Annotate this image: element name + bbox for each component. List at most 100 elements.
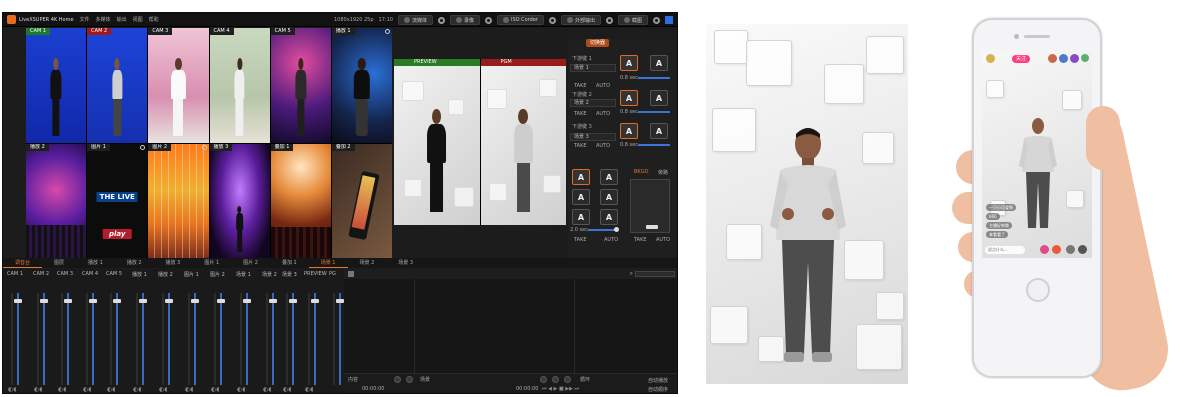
- heart-icon[interactable]: [1040, 245, 1049, 254]
- headphone-icon[interactable]: ◐◖: [185, 386, 193, 393]
- iso-recorder-button[interactable]: ISO Corder: [496, 15, 544, 25]
- gift-icon[interactable]: [1052, 245, 1061, 254]
- headphone-icon[interactable]: ◐◖: [8, 386, 16, 393]
- loop-label[interactable]: 循环: [580, 376, 590, 383]
- source-image-1[interactable]: THE LIVE play 图片 1: [87, 144, 148, 259]
- headphone-icon[interactable]: ◐◖: [83, 386, 91, 393]
- transport-controls[interactable]: ⏮ ◀ ▶ ■ ▶▶ ⏭: [542, 386, 579, 392]
- fader-track[interactable]: [168, 293, 170, 385]
- headphone-icon[interactable]: ◐◖: [237, 386, 245, 393]
- fader-track[interactable]: [67, 293, 69, 385]
- dsk-2-source-select[interactable]: 场景 2: [570, 99, 616, 107]
- settings-dot-icon[interactable]: [385, 29, 390, 34]
- viewer-avatar[interactable]: [1059, 54, 1068, 63]
- headphone-icon[interactable]: ◐◖: [34, 386, 42, 393]
- dsk-3-duration-slider[interactable]: [638, 144, 670, 146]
- tab-overlay-1[interactable]: 叠加 1: [270, 258, 309, 268]
- main-take-button[interactable]: TAKE: [574, 237, 587, 243]
- fader-track[interactable]: [292, 293, 294, 385]
- dsk-1-source-select[interactable]: 场景 1: [570, 64, 616, 72]
- viewer-avatar[interactable]: [1048, 54, 1057, 63]
- fader-knob[interactable]: [311, 299, 319, 303]
- fader-knob[interactable]: [89, 299, 97, 303]
- screenshot-settings-gear-icon[interactable]: [653, 16, 660, 24]
- grid-view-icon[interactable]: [348, 271, 354, 277]
- transition-a-2[interactable]: A: [600, 169, 618, 185]
- program-monitor[interactable]: PGM: [480, 59, 566, 225]
- dsk-1-b-button[interactable]: A: [650, 55, 668, 71]
- chat-input[interactable]: 说点什么...: [985, 246, 1025, 254]
- dsk-2-take[interactable]: TAKE: [574, 111, 587, 117]
- fader-track[interactable]: [17, 293, 19, 385]
- iso-settings-gear-icon[interactable]: [548, 16, 556, 24]
- main-duration-knob[interactable]: [614, 227, 619, 232]
- menu-item-output[interactable]: 输出: [117, 16, 127, 23]
- fader-knob[interactable]: [14, 299, 22, 303]
- tab-play-3[interactable]: 播放 3: [154, 258, 193, 268]
- remove-button[interactable]: [406, 376, 413, 383]
- screenshot-button[interactable]: 截图: [617, 15, 648, 25]
- follow-button[interactable]: 关注: [1012, 55, 1031, 63]
- tab-switcher[interactable]: 切换器: [586, 39, 610, 47]
- copy-button[interactable]: [540, 376, 547, 383]
- media-add-button[interactable]: [552, 376, 559, 383]
- ftb-auto-button[interactable]: AUTO: [656, 237, 670, 243]
- headphone-icon[interactable]: ◐◖: [58, 386, 66, 393]
- fader-knob[interactable]: [191, 299, 199, 303]
- fader-knob[interactable]: [64, 299, 72, 303]
- tab-play-1[interactable]: 播放 1: [76, 258, 115, 268]
- fader-knob[interactable]: [217, 299, 225, 303]
- transition-a-6[interactable]: A: [600, 209, 618, 225]
- dsk-1-take[interactable]: TAKE: [574, 83, 587, 89]
- fader-knob[interactable]: [336, 299, 344, 303]
- fader-track[interactable]: [92, 293, 94, 385]
- media-remove-button[interactable]: [564, 376, 571, 383]
- search-input[interactable]: [635, 271, 675, 277]
- dsk-1-a-button[interactable]: A: [620, 55, 638, 71]
- tab-image-2[interactable]: 图片 2: [231, 258, 270, 268]
- headphone-icon[interactable]: ◐◖: [283, 386, 291, 393]
- source-overlay-1[interactable]: 叠加 1: [270, 144, 331, 259]
- auto-next-option[interactable]: 自动顺序: [648, 386, 668, 393]
- tab-scene-2[interactable]: 场景 2: [348, 258, 387, 268]
- menu-item-help[interactable]: 帮助: [149, 16, 159, 23]
- tab-scene-3[interactable]: 场景 3: [386, 258, 425, 268]
- dsk-1-duration-slider[interactable]: [638, 77, 670, 79]
- dsk-3-b-button[interactable]: A: [650, 123, 668, 139]
- record-settings-gear-icon[interactable]: [484, 16, 492, 24]
- dsk-3-a-button[interactable]: A: [620, 123, 638, 139]
- fader-knob[interactable]: [113, 299, 121, 303]
- stream-button[interactable]: 流媒体: [397, 15, 433, 25]
- bypass-label[interactable]: 旁路: [658, 169, 668, 176]
- fader-track[interactable]: [194, 293, 196, 385]
- fader-knob[interactable]: [139, 299, 147, 303]
- dsk-3-source-select[interactable]: 场景 3: [570, 133, 616, 141]
- dsk-2-duration-slider[interactable]: [638, 111, 670, 113]
- transition-a-4[interactable]: A: [600, 189, 618, 205]
- fader-track[interactable]: [246, 293, 248, 385]
- transition-a-5[interactable]: A: [572, 209, 590, 225]
- headphone-icon[interactable]: ◐◖: [133, 386, 141, 393]
- main-auto-button[interactable]: AUTO: [604, 237, 618, 243]
- dsk-1-auto[interactable]: AUTO: [596, 83, 610, 89]
- dsk-2-auto[interactable]: AUTO: [596, 111, 610, 117]
- fader-track[interactable]: [314, 293, 316, 385]
- menu-item-file[interactable]: 文件: [80, 16, 90, 23]
- headphone-icon[interactable]: ◐◖: [305, 386, 313, 393]
- more-icon[interactable]: [1066, 245, 1075, 254]
- fader-knob[interactable]: [269, 299, 277, 303]
- tab-layers[interactable]: 图层: [42, 258, 76, 268]
- stream-settings-gear-icon[interactable]: [437, 16, 445, 24]
- fader-track[interactable]: [272, 293, 274, 385]
- source-cam-5[interactable]: CAM 5: [270, 28, 331, 143]
- fader-track[interactable]: [43, 293, 45, 385]
- t-bar-handle[interactable]: [646, 225, 658, 229]
- fader-track[interactable]: [339, 293, 341, 385]
- close-icon[interactable]: [1078, 245, 1087, 254]
- source-overlay-2[interactable]: 叠加 2: [331, 144, 392, 259]
- headphone-icon[interactable]: ◐◖: [159, 386, 167, 393]
- fader-track[interactable]: [220, 293, 222, 385]
- source-play-3[interactable]: 播放 3: [209, 144, 270, 259]
- settings-dot-icon[interactable]: [201, 145, 207, 150]
- source-cam-1[interactable]: CAM 1: [26, 28, 87, 143]
